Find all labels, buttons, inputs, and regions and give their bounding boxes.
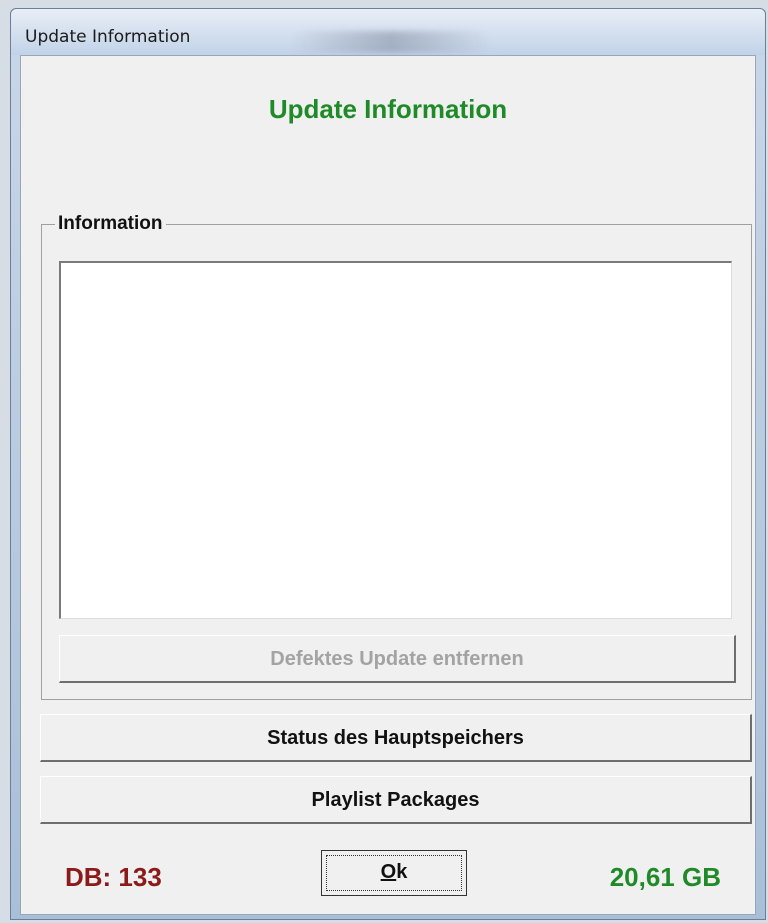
title-bar[interactable]: Update Information [11, 9, 765, 55]
ok-button[interactable]: Ok [321, 850, 467, 896]
information-textbox[interactable] [59, 261, 732, 619]
dialog-heading: Update Information [268, 94, 508, 124]
dialog-window: Update Information Update Information In… [10, 8, 766, 920]
dialog-client-area: Update Information Information Defektes … [20, 55, 756, 915]
ok-button-label: Ok [381, 861, 408, 883]
window-title: Update Information [25, 27, 191, 47]
playlist-packages-button[interactable]: Playlist Packages [40, 776, 752, 824]
storage-size-label: 20,61 GB [609, 862, 721, 892]
db-count-label: DB: 133 [65, 862, 162, 892]
information-group-label: Information [55, 213, 166, 235]
background-window-title-blur [291, 31, 491, 53]
ok-mnemonic: O [380, 861, 397, 883]
memory-status-button[interactable]: Status des Hauptspeichers [40, 714, 752, 762]
information-group: Information Defektes Update entfernen [41, 213, 752, 700]
remove-defective-update-button: Defektes Update entfernen [59, 635, 736, 683]
ok-label-rest: k [396, 861, 408, 883]
